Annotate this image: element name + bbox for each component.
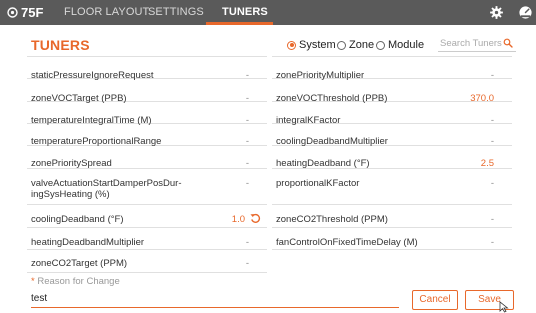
- tuner-name: zoneCO2Target (PPM): [31, 258, 128, 269]
- top-nav-bar: 75F FLOOR LAYOUT SETTINGS TUNERS: [0, 0, 536, 25]
- radio-system[interactable]: System: [287, 39, 336, 51]
- radio-button-checked[interactable]: [287, 40, 296, 50]
- tuner-name: heatingDeadband (°F): [276, 158, 370, 169]
- tuner-row[interactable]: zoneCO2Threshold (PPM) -: [272, 205, 512, 228]
- radio-button[interactable]: [337, 40, 346, 50]
- tuner-row[interactable]: zoneVOCThreshold (PPB) 370.0: [272, 79, 512, 104]
- reset-icon[interactable]: [250, 213, 261, 224]
- tuner-name: heatingDeadbandMultiplier: [31, 237, 145, 248]
- tuner-name: coolingDeadband (°F): [31, 214, 124, 225]
- tuner-row[interactable]: heatingDeadband (°F) 2.5: [272, 146, 512, 169]
- tuner-name: proportionalKFactor: [276, 178, 360, 189]
- tuner-name: valveActuationStartDamperPosDur-ingSysHe…: [31, 178, 182, 200]
- tuner-row[interactable]: integralKFactor -: [272, 102, 512, 126]
- tuner-value[interactable]: -: [491, 237, 494, 248]
- tuner-row[interactable]: proportionalKFactor -: [272, 169, 512, 205]
- tuner-value[interactable]: -: [246, 237, 249, 248]
- reason-label-text: Reason for Change: [37, 276, 120, 287]
- logo-text: 75F: [21, 5, 44, 20]
- gauge-icon[interactable]: [518, 5, 533, 20]
- tuner-value[interactable]: -: [246, 178, 249, 189]
- tuner-value[interactable]: 1.0: [232, 214, 245, 225]
- tuner-row[interactable]: zonePriorityMultiplier -: [272, 57, 512, 81]
- cancel-button[interactable]: Cancel: [412, 290, 458, 310]
- nav-settings[interactable]: SETTINGS: [148, 6, 204, 18]
- page-title: TUNERS: [31, 37, 90, 53]
- tuner-name: fanControlOnFixedTimeDelay (M): [276, 237, 418, 248]
- search-icon[interactable]: [503, 38, 513, 48]
- tuner-value[interactable]: -: [246, 258, 249, 269]
- tuner-value[interactable]: -: [491, 214, 494, 225]
- tuner-value[interactable]: 2.5: [481, 158, 494, 169]
- search-placeholder: Search Tuners: [440, 38, 502, 49]
- search-tuners-input[interactable]: Search Tuners: [438, 37, 516, 52]
- active-tab-indicator: [206, 22, 273, 25]
- tuner-value[interactable]: -: [246, 158, 249, 169]
- tuner-row[interactable]: coolingDeadbandMultiplier -: [272, 124, 512, 147]
- radio-button[interactable]: [376, 40, 385, 50]
- reason-input[interactable]: test: [31, 290, 399, 308]
- radio-label-zone: Zone: [349, 39, 375, 51]
- tuner-row[interactable]: staticPressureIgnoreRequest -: [27, 57, 267, 81]
- mouse-cursor-icon: [499, 301, 509, 313]
- gear-icon[interactable]: [489, 5, 504, 20]
- radio-label-module: Module: [388, 39, 425, 51]
- tuner-name: zonePrioritySpread: [31, 158, 112, 169]
- reason-label: * Reason for Change: [31, 276, 120, 287]
- tuner-name: zoneCO2Threshold (PPM): [276, 214, 388, 225]
- tuner-row[interactable]: valveActuationStartDamperPosDur-ingSysHe…: [27, 169, 267, 205]
- tuner-value[interactable]: -: [491, 178, 494, 189]
- radio-module[interactable]: Module: [376, 39, 424, 51]
- tuner-row[interactable]: fanControlOnFixedTimeDelay (M) -: [272, 228, 512, 250]
- tuner-row[interactable]: zonePrioritySpread -: [27, 146, 267, 169]
- tuner-row[interactable]: heatingDeadbandMultiplier -: [27, 228, 267, 250]
- radio-zone[interactable]: Zone: [337, 39, 374, 51]
- tuner-row[interactable]: temperatureIntegralTime (M) -: [27, 102, 267, 126]
- radio-label-system: System: [299, 39, 336, 51]
- tuner-row[interactable]: coolingDeadband (°F) 1.0: [27, 205, 267, 228]
- tuner-row[interactable]: zoneVOCTarget (PPB) -: [27, 79, 267, 104]
- nav-floor-layout[interactable]: FLOOR LAYOUT: [64, 6, 149, 18]
- tuner-row[interactable]: zoneCO2Target (PPM) -: [27, 250, 267, 273]
- nav-tuners[interactable]: TUNERS: [222, 6, 268, 18]
- app-logo: 75F: [7, 4, 43, 21]
- tuners-table: targetCumulativeDamper (%)-staticPressur…: [27, 52, 516, 273]
- logo-icon: [7, 7, 18, 18]
- tuner-row[interactable]: temperatureProportionalRange -: [27, 124, 267, 147]
- required-mark: *: [31, 276, 35, 287]
